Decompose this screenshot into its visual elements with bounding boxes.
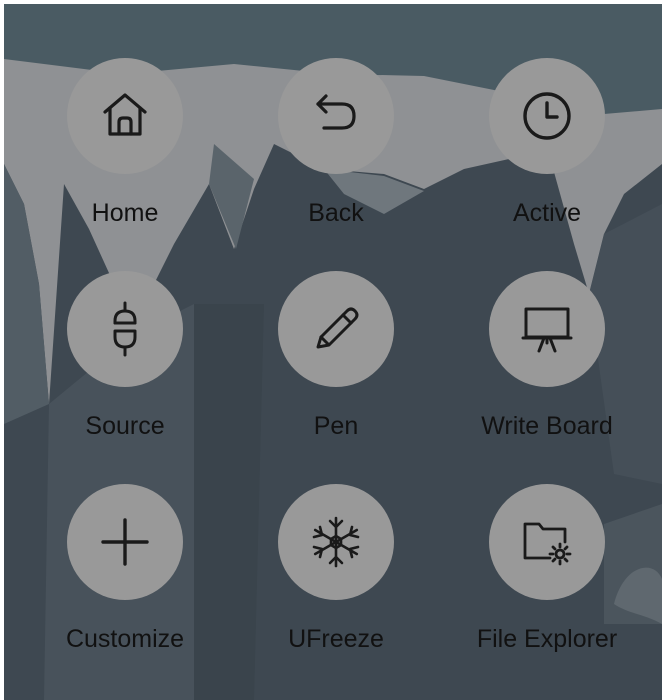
plug-icon [113, 301, 137, 357]
home-label: Home [91, 199, 159, 227]
file-explorer-button[interactable]: File Explorer [457, 484, 637, 654]
ufreeze-label: UFreeze [288, 625, 384, 653]
write-board-icon-circle [489, 271, 605, 387]
pen-icon-circle [278, 271, 394, 387]
source-icon-circle [67, 271, 183, 387]
ufreeze-icon-circle [278, 484, 394, 600]
back-arrow-icon [316, 94, 356, 130]
pen-button[interactable]: Pen [246, 271, 426, 441]
whiteboard-icon [521, 307, 573, 353]
customize-label: Customize [65, 625, 185, 653]
back-label: Back [308, 199, 364, 227]
customize-icon-circle [67, 484, 183, 600]
folder-gear-icon [523, 522, 572, 566]
pen-label: Pen [313, 412, 359, 440]
active-icon-circle [489, 58, 605, 174]
source-button[interactable]: Source [35, 271, 215, 441]
active-label: Active [512, 199, 582, 227]
snowflake-icon [312, 516, 360, 568]
quick-launch-panel: Home Back Active Source Pen Write Board … [0, 0, 662, 700]
ufreeze-button[interactable]: UFreeze [246, 484, 426, 654]
source-label: Source [85, 412, 165, 440]
home-button[interactable]: Home [35, 58, 215, 228]
back-icon-circle [278, 58, 394, 174]
write-board-label: Write Board [481, 412, 613, 440]
back-button[interactable]: Back [246, 58, 426, 228]
file-explorer-icon-circle [489, 484, 605, 600]
pencil-icon [316, 307, 359, 349]
plus-icon [101, 518, 149, 566]
clock-icon [523, 92, 571, 140]
home-icon [103, 93, 147, 136]
home-icon-circle [67, 58, 183, 174]
active-button[interactable]: Active [457, 58, 637, 228]
customize-button[interactable]: Customize [35, 484, 215, 654]
write-board-button[interactable]: Write Board [457, 271, 637, 441]
file-explorer-label: File Explorer [476, 625, 618, 653]
